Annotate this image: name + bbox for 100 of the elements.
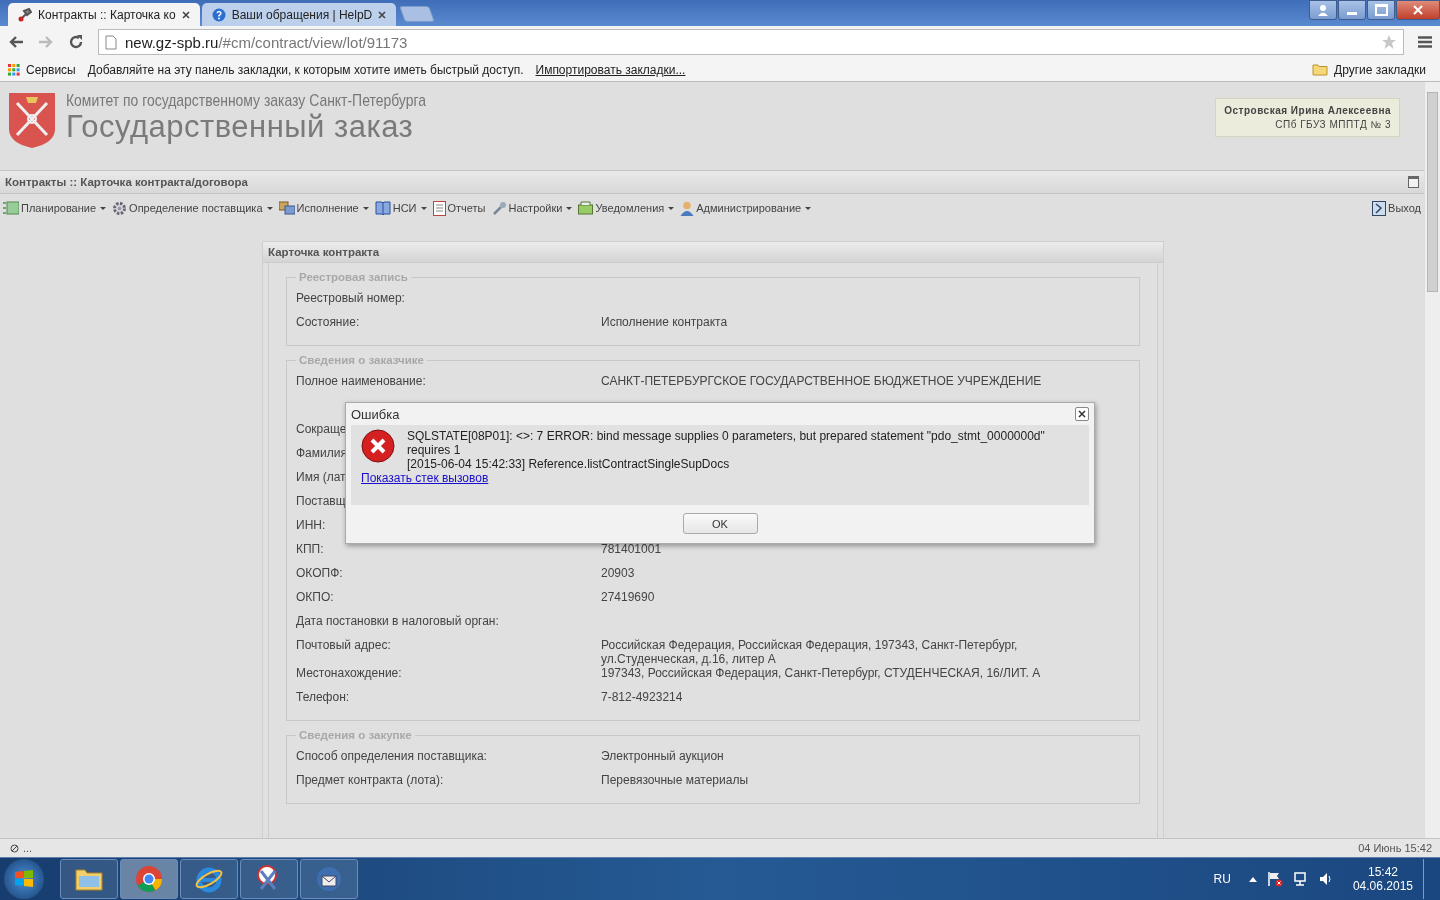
browser-tab[interactable]: Контракты :: Карточка ко xyxy=(8,3,200,26)
user-icon[interactable] xyxy=(1309,0,1337,20)
close-icon xyxy=(1413,5,1423,15)
stack-trace-link[interactable]: Показать стек вызовов xyxy=(361,471,489,485)
field-label: ИНН: xyxy=(296,518,326,532)
book-icon xyxy=(374,201,391,215)
dialog-title: Ошибка xyxy=(351,406,400,422)
site-title: Государственный заказ xyxy=(66,111,415,143)
menu-item[interactable]: Отчеты xyxy=(432,200,486,216)
language-indicator[interactable]: RU xyxy=(1213,872,1231,886)
field-value: САНКТ-ПЕТЕРБУРГСКОЕ ГОСУДАРСТВЕННОЕ БЮДЖЕТНОЕ УЧРЕЖДЕНИЕ xyxy=(601,374,1042,388)
menu-item[interactable]: Настройки xyxy=(491,200,573,216)
stop-icon xyxy=(10,843,19,853)
page-icon xyxy=(105,34,117,50)
ok-button[interactable]: OK xyxy=(682,513,758,534)
bookmarks-hint: Добавляйте на эту панель закладки, к которым хотите иметь быстрый доступ. xyxy=(87,62,524,77)
globe-e-icon xyxy=(195,865,223,893)
taskbar-app-button[interactable] xyxy=(240,859,298,899)
crest-logo-icon xyxy=(7,91,57,149)
menu-item[interactable]: Планирование xyxy=(3,201,107,215)
close-icon[interactable] xyxy=(181,10,190,19)
field-label: Способ определения поставщика: xyxy=(296,749,487,763)
windows-logo-icon xyxy=(13,868,35,890)
caret-icon xyxy=(668,206,675,210)
menu-item[interactable]: Исполнение xyxy=(278,201,369,215)
section-legend: Реестровая запись xyxy=(296,271,411,283)
caret-icon xyxy=(266,206,273,210)
taskbar-app-button[interactable] xyxy=(120,859,178,899)
menu-item[interactable]: Администрирование xyxy=(680,200,812,216)
browser-tab[interactable]: Ваши обращения | HelpD xyxy=(201,3,397,26)
breadcrumb-title: Контракты :: Карточка контракта/договора xyxy=(5,176,249,188)
address-field[interactable]: new.gz-spb.ru/#cm/contract/view/lot/91173 xyxy=(98,29,1404,55)
card-title: Карточка контракта xyxy=(263,242,1163,263)
gear-icon xyxy=(112,200,128,216)
maximize-button[interactable] xyxy=(1367,0,1395,20)
field-value: Электронный аукцион xyxy=(601,749,724,763)
status-date: 04 Июнь 15:42 xyxy=(1358,842,1432,854)
network-icon[interactable] xyxy=(1292,871,1309,887)
field-label: Поставщ xyxy=(296,494,346,508)
boxes-icon xyxy=(278,201,295,215)
reload-icon[interactable] xyxy=(68,34,84,50)
minimize-button[interactable] xyxy=(1338,0,1366,20)
folder-icon xyxy=(75,867,103,891)
clock[interactable]: 15:42 04.06.2015 xyxy=(1352,865,1413,893)
back-icon[interactable] xyxy=(8,35,24,49)
menu-item[interactable]: Определение поставщика xyxy=(112,200,273,216)
tab-title: Ваши обращения | HelpD xyxy=(231,7,373,22)
status-text: ... xyxy=(10,842,33,854)
apps-link[interactable]: Сервисы xyxy=(26,62,76,77)
flag-icon[interactable] xyxy=(1266,871,1283,887)
taskbar-app-button[interactable] xyxy=(60,859,118,899)
organization-name: Комитет по государственному заказу Санкт-Петербурга xyxy=(66,91,426,111)
document-icon xyxy=(432,200,446,216)
chrome-logo-icon xyxy=(135,865,163,893)
field-label: Фамилия xyxy=(296,446,347,460)
tab-title: Контракты :: Карточка ко xyxy=(38,7,176,22)
collapse-button[interactable] xyxy=(1408,176,1419,188)
section-legend: Сведения о заказчике xyxy=(296,354,427,366)
user-organization: СПб ГБУЗ МППТД № 3 xyxy=(1274,119,1391,130)
error-detail: [2015-06-04 15:42:33] Reference.listContractSingleSupDocs xyxy=(407,457,731,471)
section-legend: Сведения о закупке xyxy=(296,729,415,741)
close-button[interactable] xyxy=(1075,407,1089,421)
taskbar-app-button[interactable] xyxy=(180,859,238,899)
logout-button[interactable]: Выход xyxy=(1372,200,1421,216)
other-bookmarks-link[interactable]: Другие закладки xyxy=(1334,62,1426,77)
caret-icon xyxy=(566,206,573,210)
field-value: 27419690 xyxy=(601,590,655,604)
menu-item[interactable]: НСИ xyxy=(374,201,427,215)
field-label: Реестровый номер: xyxy=(296,291,405,305)
star-icon[interactable] xyxy=(1381,34,1397,50)
apps-icon[interactable] xyxy=(8,63,20,76)
field-label: Сокраще xyxy=(296,422,347,436)
inbox-icon xyxy=(578,201,594,215)
close-icon[interactable] xyxy=(378,10,387,19)
field-value: 20903 xyxy=(601,566,635,580)
field-value: 197343, Российская Федерация, Санкт-Петербург, СТУДЕНЧЕСКАЯ, 16/ЛИТ. А xyxy=(601,666,1041,680)
scrollbar[interactable] xyxy=(1424,82,1440,838)
error-icon xyxy=(361,429,395,463)
field-label: Дата постановки в налоговый орган: xyxy=(296,614,499,628)
caret-icon[interactable] xyxy=(1248,876,1257,882)
field-label: Полное наименование: xyxy=(296,374,426,388)
field-label: КПП: xyxy=(296,542,324,556)
person-icon xyxy=(680,200,695,216)
field-label: Почтовый адрес: xyxy=(296,638,391,652)
user-name: Островская Ирина Алексеевна xyxy=(1224,105,1391,116)
field-value: Исполнение контракта xyxy=(601,315,728,329)
field-value: 781401001 xyxy=(601,542,662,556)
menu-item[interactable]: Уведомления xyxy=(578,201,675,215)
taskbar-app-button[interactable] xyxy=(300,859,358,899)
help-icon xyxy=(211,7,226,22)
import-bookmarks-link[interactable]: Импортировать закладки... xyxy=(535,62,686,77)
field-value: Перевязочные материалы xyxy=(601,773,749,787)
error-message: SQLSTATE[08P01]: <>: 7 ERROR: bind message supplies 0 parameters, but prepared statement "pdo_stmt_0000000d" requires 1 xyxy=(407,429,1046,457)
field-label: Имя (лат xyxy=(296,470,346,484)
wrench-icon xyxy=(491,200,507,216)
close-button[interactable] xyxy=(1396,0,1440,20)
folder-icon xyxy=(1312,63,1329,76)
field-label: ОКОПФ: xyxy=(296,566,343,580)
start-button[interactable] xyxy=(4,859,44,899)
menu-icon[interactable] xyxy=(1418,36,1432,48)
